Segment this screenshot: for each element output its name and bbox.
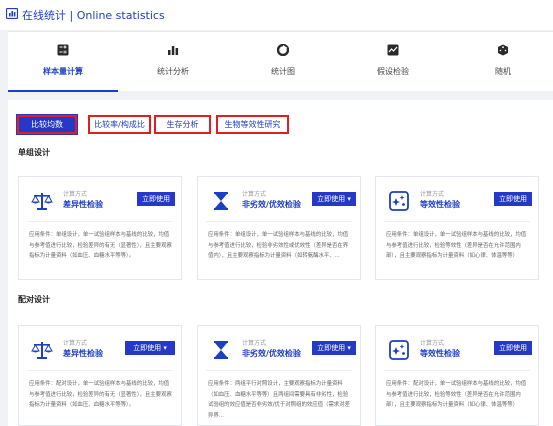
card-type-label: 计算方式 bbox=[420, 191, 445, 198]
card-paired-noninferiority: 计算方式 非劣效/优效检验 立即使用 ▾ 应用条件：两组平行对照设计，主要观察指… bbox=[197, 325, 361, 426]
tab-label: 比较均数 bbox=[31, 120, 63, 129]
card-description: 应用条件：配对设计，单一试验组样本与基线的比较，均值与参考值进行比较，检验差异的… bbox=[29, 381, 172, 408]
hourglass-icon bbox=[214, 192, 228, 210]
card-name: 非劣效/优效检验 bbox=[242, 349, 301, 358]
nav-label: 假设检验 bbox=[377, 67, 409, 76]
card-divider bbox=[206, 221, 352, 222]
nav-label: 统计分析 bbox=[157, 67, 189, 76]
card-single-difference: 计算方式 差异性检验 立即使用 应用条件：单组设计，单一试验组样本与基线的比较，… bbox=[18, 176, 182, 280]
tab-label: 比较率/构成比 bbox=[94, 120, 145, 129]
nav-sample-size[interactable]: 样本量计算 bbox=[8, 32, 118, 92]
tab-survival-analysis[interactable]: 生存分析 bbox=[154, 115, 211, 134]
card-name: 差异性检验 bbox=[63, 349, 103, 358]
card-description: 应用条件：单组设计，单一试验组样本与基线的比较，均值与参考值进行比较，检验差异的… bbox=[29, 232, 172, 259]
card-description: 应用条件：单组设计，单一试验组样本与基线的比较，均值与参考值进行比较，检验等效性… bbox=[386, 232, 527, 259]
app-title: 在线统计 | Online statistics bbox=[22, 9, 165, 22]
use-now-button[interactable]: 立即使用 bbox=[137, 192, 175, 206]
card-description: 应用条件：配对设计，单一试验组样本与基线的比较，均值与参考值进行比较，检验等效性… bbox=[386, 381, 527, 408]
use-now-button[interactable]: 立即使用 bbox=[494, 341, 532, 355]
balance-scale-icon bbox=[31, 193, 53, 210]
card-paired-equivalence: 计算方式 等效性检验 立即使用 应用条件：配对设计，单一试验组样本与基线的比较，… bbox=[375, 325, 539, 426]
equivalence-icon bbox=[389, 191, 409, 211]
card-divider bbox=[206, 370, 352, 371]
use-now-dropdown-button[interactable]: 立即使用 ▾ bbox=[312, 192, 356, 206]
use-now-dropdown-button[interactable]: 立即使用 ▾ bbox=[312, 341, 356, 355]
hypothesis-icon bbox=[387, 44, 399, 56]
section-title-single-group: 单组设计 bbox=[18, 148, 50, 157]
nav-label: 统计图 bbox=[271, 67, 295, 76]
card-type-label: 计算方式 bbox=[420, 340, 445, 347]
nav-statistical-chart[interactable]: 统计图 bbox=[228, 32, 338, 92]
bar-chart-icon bbox=[168, 46, 179, 55]
card-divider bbox=[384, 370, 530, 371]
card-name: 等效性检验 bbox=[420, 349, 460, 358]
calculator-icon bbox=[57, 44, 69, 56]
balance-scale-icon bbox=[31, 342, 53, 359]
dice-icon bbox=[498, 44, 508, 56]
section-title-paired: 配对设计 bbox=[18, 295, 50, 304]
tab-label: 生物等效性研究 bbox=[224, 120, 281, 129]
card-name: 非劣效/优效检验 bbox=[242, 200, 301, 209]
card-paired-difference: 计算方式 差异性检验 立即使用 ▾ 应用条件：配对设计，单一试验组样本与基线的比… bbox=[18, 325, 182, 426]
pie-chart-icon bbox=[277, 44, 289, 56]
tab-bioequivalence[interactable]: 生物等效性研究 bbox=[216, 115, 289, 134]
main-nav: 样本量计算 统计分析 统计图 假设检验 随机 bbox=[8, 31, 553, 92]
logo-icon bbox=[6, 8, 18, 19]
card-type-label: 计算方式 bbox=[63, 191, 88, 198]
top-bar: 在线统计 | Online statistics bbox=[0, 0, 553, 30]
nav-label: 随机 bbox=[495, 67, 511, 76]
card-divider bbox=[384, 221, 530, 222]
card-description: 应用条件：两组平行对照设计，主要观察指标为计量资料（如血压、血糖水平等等）且两组… bbox=[208, 381, 350, 419]
use-now-dropdown-button[interactable]: 立即使用 ▾ bbox=[125, 341, 175, 355]
equivalence-icon bbox=[389, 340, 409, 360]
nav-label: 样本量计算 bbox=[43, 67, 83, 76]
nav-hypothesis-test[interactable]: 假设检验 bbox=[338, 32, 448, 92]
card-name: 等效性检验 bbox=[420, 200, 460, 209]
card-description: 应用条件：单组设计，单一试验组样本与基线的比较，均值与参考值进行比较，检验非劣效… bbox=[208, 232, 349, 259]
tab-label: 生存分析 bbox=[166, 120, 199, 129]
card-name: 差异性检验 bbox=[63, 200, 103, 209]
card-divider bbox=[27, 221, 173, 222]
nav-statistical-analysis[interactable]: 统计分析 bbox=[118, 32, 228, 92]
card-type-label: 计算方式 bbox=[63, 340, 88, 347]
card-divider bbox=[27, 370, 173, 371]
card-single-equivalence: 计算方式 等效性检验 立即使用 应用条件：单组设计，单一试验组样本与基线的比较，… bbox=[375, 176, 539, 280]
card-type-label: 计算方式 bbox=[242, 191, 267, 198]
tab-compare-means[interactable]: 比较均数 bbox=[16, 114, 78, 135]
hourglass-icon bbox=[214, 341, 228, 359]
use-now-button[interactable]: 立即使用 bbox=[494, 192, 532, 206]
card-type-label: 计算方式 bbox=[242, 340, 267, 347]
tab-compare-rates[interactable]: 比较率/构成比 bbox=[88, 115, 151, 134]
nav-random[interactable]: 随机 bbox=[448, 32, 553, 92]
card-single-noninferiority: 计算方式 非劣效/优效检验 立即使用 ▾ 应用条件：单组设计，单一试验组样本与基… bbox=[197, 176, 361, 280]
